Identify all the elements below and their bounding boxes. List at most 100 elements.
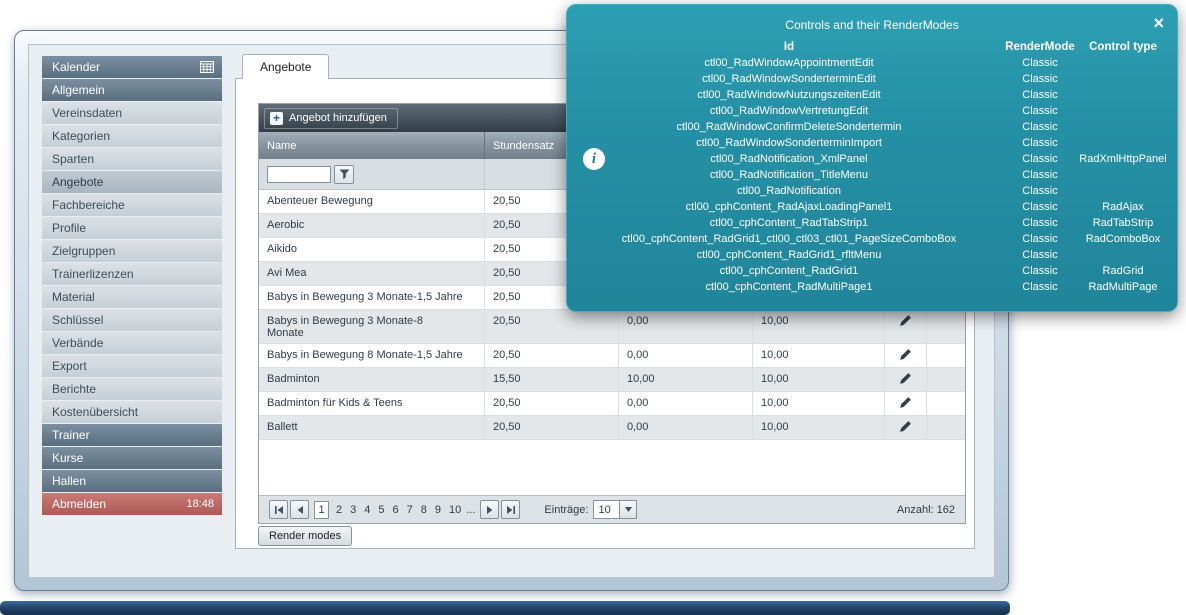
- cell-name: Aerobic: [267, 219, 305, 231]
- sidebar-item[interactable]: Trainer: [42, 424, 222, 446]
- edit-icon[interactable]: [899, 396, 912, 409]
- control-id: ctl00_RadWindowSonderterminImport: [696, 137, 882, 149]
- control-id: ctl00_cphContent_RadMultiPage1: [705, 281, 873, 293]
- cell-name: Badminton: [267, 373, 320, 385]
- sidebar-item-label: Profile: [52, 221, 87, 235]
- sidebar-item-label: Kalender: [52, 60, 101, 74]
- sidebar-item[interactable]: Kurse: [42, 447, 222, 469]
- control-rendermode: Classic: [1022, 137, 1058, 149]
- page-number-link[interactable]: 4: [364, 504, 370, 516]
- rendermode-row: ctl00_RadNotification_TitleMenu Classic: [577, 167, 1167, 183]
- render-modes-button[interactable]: Render modes: [258, 526, 353, 546]
- sidebar-item[interactable]: Profile: [42, 217, 222, 239]
- sidebar-item[interactable]: Berichte: [42, 378, 222, 400]
- control-type: RadAjax: [1102, 201, 1144, 213]
- close-icon[interactable]: ×: [1153, 14, 1164, 32]
- control-id: ctl00_RadNotification_XmlPanel: [710, 153, 868, 165]
- cell-name: Aikido: [267, 243, 297, 255]
- page-number-link[interactable]: 8: [421, 504, 427, 516]
- sidebar-item[interactable]: Zielgruppen: [42, 240, 222, 262]
- control-id: ctl00_cphContent_RadGrid1: [719, 265, 859, 277]
- page-size-combobox[interactable]: 10: [593, 500, 638, 519]
- total-count: Anzahl: 162: [896, 503, 955, 516]
- control-id: ctl00_cphContent_RadGrid1_ctl00_ctl03_ct…: [621, 233, 957, 245]
- control-rendermode: Classic: [1022, 153, 1058, 165]
- edit-icon[interactable]: [899, 314, 912, 327]
- cell-value-4: 10,00: [752, 416, 884, 439]
- sidebar-item[interactable]: Kategorien: [42, 125, 222, 147]
- first-page-button[interactable]: [269, 500, 288, 519]
- table-row: Badminton 15,50 10,00 10,00: [259, 368, 965, 392]
- sidebar-item[interactable]: Kostenübersicht: [42, 401, 222, 423]
- control-type: RadComboBox: [1085, 233, 1161, 245]
- edit-icon[interactable]: [899, 348, 912, 361]
- sidebar-item[interactable]: Schlüssel: [42, 309, 222, 331]
- cell-stundensatz: 15,50: [484, 368, 618, 391]
- cell-name: Badminton für Kids & Teens: [267, 397, 403, 409]
- add-angebot-button[interactable]: + Angebot hinzufügen: [264, 107, 398, 129]
- sidebar-item-label: Verbände: [52, 336, 104, 350]
- cell-value-4: 10,00: [752, 344, 884, 367]
- sidebar-item[interactable]: Angebote: [42, 171, 222, 193]
- prev-page-button[interactable]: [290, 500, 309, 519]
- sidebar-item[interactable]: Hallen: [42, 470, 222, 492]
- cell-stundensatz: 20,50: [484, 392, 618, 415]
- cell-name: Babys in Bewegung 3 Monate-8 Monate: [267, 315, 423, 339]
- sidebar-item[interactable]: Verbände: [42, 332, 222, 354]
- rendermode-row: ctl00_cphContent_RadTabStrip1 Classic Ra…: [577, 215, 1167, 231]
- column-header-id: Id: [783, 41, 795, 53]
- cell-value-3: 10,00: [618, 368, 752, 391]
- filter-button[interactable]: [334, 164, 354, 184]
- sidebar-item[interactable]: Abmelden 18:48: [42, 493, 222, 515]
- sidebar-item[interactable]: Fachbereiche: [42, 194, 222, 216]
- sidebar-item[interactable]: Allgemein: [42, 79, 222, 101]
- cell-name: Babys in Bewegung 3 Monate-1,5 Jahre: [267, 291, 463, 303]
- page-number-link[interactable]: 6: [393, 504, 399, 516]
- sidebar-item-label: Allgemein: [52, 83, 105, 97]
- page-number-link[interactable]: 5: [378, 504, 384, 516]
- sidebar-item[interactable]: Sparten: [42, 148, 222, 170]
- chevron-down-icon[interactable]: [620, 500, 638, 519]
- page-number-link[interactable]: 9: [435, 504, 441, 516]
- control-id: ctl00_RadNotification_TitleMenu: [710, 169, 868, 181]
- sidebar-item-label: Sparten: [52, 152, 95, 166]
- cell-stundensatz: 20,50: [484, 416, 618, 439]
- column-header-name[interactable]: Name: [259, 132, 484, 159]
- page-number-link[interactable]: 2: [336, 504, 342, 516]
- control-id: ctl00_RadWindowNutzungszeitenEdit: [697, 89, 881, 101]
- name-filter-input[interactable]: [267, 165, 331, 183]
- sidebar-item-label: Abmelden: [52, 497, 107, 511]
- table-row: Ballett 20,50 0,00 10,00: [259, 416, 965, 440]
- cell-empty: [926, 368, 965, 391]
- rendermode-row: ctl00_RadNotification_XmlPanel Classic R…: [577, 151, 1167, 167]
- page-number-link[interactable]: 10: [449, 504, 461, 516]
- sidebar-item[interactable]: Vereinsdaten: [42, 102, 222, 124]
- sidebar: Kalender Allgemein Vereinsdaten Kategori…: [42, 56, 222, 516]
- page-links: 2 3 4 5 6 7 8 9 10: [332, 504, 465, 516]
- info-icon: i: [583, 148, 605, 170]
- sidebar-item[interactable]: Material: [42, 286, 222, 308]
- current-page[interactable]: 1: [314, 500, 329, 519]
- next-page-button[interactable]: [480, 500, 500, 519]
- tab-angebote[interactable]: Angebote: [242, 54, 330, 79]
- sidebar-item[interactable]: Trainerlizenzen: [42, 263, 222, 285]
- control-rendermode: Classic: [1022, 169, 1058, 181]
- cell-name: Abenteuer Bewegung: [267, 195, 373, 207]
- sidebar-item[interactable]: Kalender: [42, 56, 222, 78]
- cell-value-3: 0,00: [618, 392, 752, 415]
- cell-empty: [926, 416, 965, 439]
- page-number-link[interactable]: 7: [407, 504, 413, 516]
- grid-pager: 1 2 3 4 5 6 7 8 9 10 ... Einträge: 10 An…: [259, 495, 965, 523]
- control-id: ctl00_RadWindowAppointmentEdit: [704, 57, 874, 69]
- control-rendermode: Classic: [1022, 217, 1058, 229]
- cell-value-4: 10,00: [752, 392, 884, 415]
- sidebar-item-label: Schlüssel: [52, 313, 104, 327]
- sidebar-item[interactable]: Export: [42, 355, 222, 377]
- control-id: ctl00_RadWindowConfirmDeleteSondertermin: [676, 121, 902, 133]
- control-type: RadXmlHttpPanel: [1079, 153, 1167, 165]
- page-number-link[interactable]: 3: [350, 504, 356, 516]
- edit-icon[interactable]: [899, 372, 912, 385]
- background-window-edge: [0, 601, 1010, 615]
- last-page-button[interactable]: [501, 500, 521, 519]
- edit-icon[interactable]: [899, 420, 912, 433]
